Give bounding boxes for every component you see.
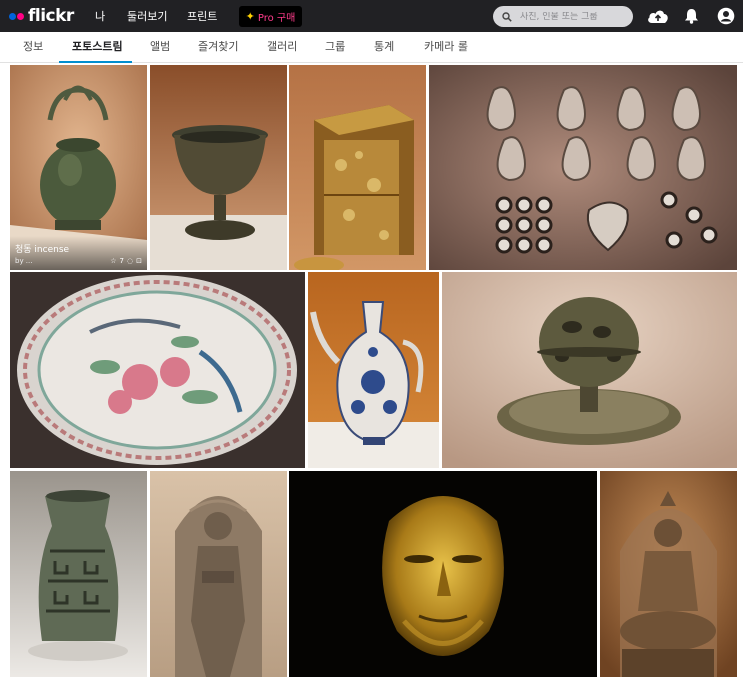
- tab-galleries[interactable]: 갤러리: [267, 32, 297, 63]
- fave-count: 7: [119, 257, 125, 265]
- upload-cloud-icon[interactable]: [647, 8, 669, 24]
- tab-favorites[interactable]: 즐겨찾기: [198, 32, 238, 63]
- sparkle-icon: ✦: [245, 10, 255, 23]
- photo-author[interactable]: by ...: [15, 257, 33, 265]
- photo-blue-white-ewer-image: [308, 272, 439, 468]
- photo-title[interactable]: 청동 incense: [15, 242, 69, 255]
- tab-albums[interactable]: 앨범: [150, 32, 170, 63]
- photo-gold-lacquer-box[interactable]: [289, 65, 426, 270]
- photo-bronze-kettle[interactable]: 청동 incense by ... ☆ 7 ◌ ⊡: [10, 65, 147, 270]
- photo-famille-rose-plate-image: [10, 272, 305, 468]
- pro-button-label: Pro 구매: [257, 13, 296, 24]
- photo-stats: ☆ 7 ◌ ⊡: [110, 257, 142, 265]
- photo-gold-mask-image: [289, 471, 597, 677]
- top-bar: flickr 나 둘러보기 프린트 ✦ Pro 구매: [0, 0, 743, 32]
- tab-about[interactable]: 정보: [23, 32, 43, 63]
- photo-famille-rose-plate[interactable]: [10, 272, 305, 468]
- add-to-gallery-icon[interactable]: ⊡: [136, 257, 142, 265]
- photo-seated-bodhisattva[interactable]: [600, 471, 737, 677]
- photo-bronze-vessel-image: [10, 471, 147, 677]
- search-input[interactable]: [520, 11, 620, 22]
- photo-hover-overlay: 청동 incense by ... ☆ 7 ◌ ⊡: [10, 236, 147, 270]
- photo-bronze-censer-image: [442, 272, 737, 468]
- flickr-logo[interactable]: flickr: [9, 5, 74, 27]
- pro-upgrade-button[interactable]: ✦ Pro 구매: [239, 6, 302, 27]
- fave-star-icon[interactable]: ☆: [110, 257, 116, 265]
- photo-stone-relief-image: [150, 471, 287, 677]
- tab-camera-roll[interactable]: 카메라 롤: [424, 32, 468, 63]
- account-avatar-icon[interactable]: [717, 7, 735, 25]
- photo-silver-ornaments-image: [429, 65, 737, 270]
- photo-blue-white-ewer[interactable]: [308, 272, 439, 468]
- tab-photostream[interactable]: 포토스트림: [59, 32, 132, 63]
- photo-stone-relief[interactable]: [150, 471, 287, 677]
- photo-bronze-censer[interactable]: [442, 272, 737, 468]
- photo-gold-mask[interactable]: [289, 471, 597, 677]
- nav-explore[interactable]: 둘러보기: [127, 0, 167, 32]
- search-icon: [502, 11, 512, 22]
- logo-pink-dot: [17, 12, 24, 20]
- logo-wordmark: flickr: [28, 6, 74, 26]
- tab-groups[interactable]: 그룹: [325, 32, 345, 63]
- photo-bronze-goblet-image: [150, 65, 287, 270]
- photo-seated-bodhisattva-image: [600, 471, 737, 677]
- comment-icon[interactable]: ◌: [127, 257, 133, 265]
- photo-bronze-goblet[interactable]: [150, 65, 287, 270]
- search-box[interactable]: [493, 6, 633, 27]
- notification-bell-icon[interactable]: [684, 8, 699, 24]
- photo-silver-ornaments[interactable]: [429, 65, 737, 270]
- photo-gold-lacquer-box-image: [289, 65, 426, 270]
- tab-stats[interactable]: 통계: [374, 32, 394, 63]
- photo-bronze-vessel[interactable]: [10, 471, 147, 677]
- photostream-subnav: 정보 포토스트림 앨범 즐겨찾기 갤러리 그룹 통계 카메라 롤: [0, 32, 743, 63]
- nav-prints[interactable]: 프린트: [187, 0, 217, 32]
- nav-you[interactable]: 나: [95, 0, 105, 32]
- logo-blue-dot: [9, 12, 16, 20]
